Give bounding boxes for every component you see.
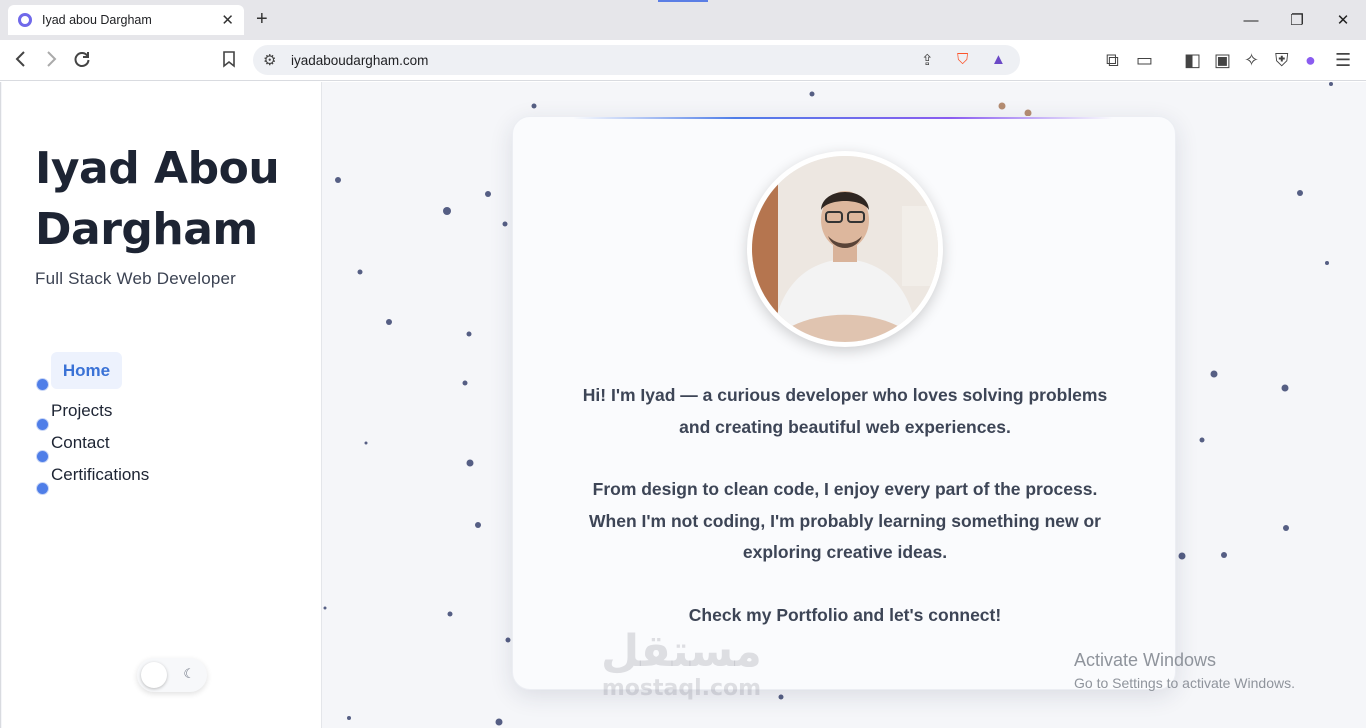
new-tab-icon[interactable]: + bbox=[256, 8, 268, 31]
extensions-icon[interactable]: ⧉ bbox=[1106, 50, 1119, 70]
bio-paragraph-line-3: exploring creative ideas. bbox=[742, 542, 948, 562]
nav-bullet bbox=[37, 451, 48, 462]
forward-icon[interactable] bbox=[44, 50, 58, 72]
card-accent-line bbox=[573, 117, 1113, 119]
browser-tab-strip: Iyad abou Dargham ✕ + — ❐ ✕ bbox=[0, 0, 1366, 40]
bio-intro-line-1: Hi! I'm Iyad — a curious developer who l… bbox=[582, 385, 1108, 405]
sidebar-toggle-icon[interactable]: ◧ bbox=[1184, 50, 1201, 70]
profile-photo-illustration bbox=[752, 156, 938, 342]
nav-item-projects[interactable]: Projects bbox=[51, 401, 112, 421]
browser-toolbar: ⚙ iyadaboudargham.com ⇪ ⛉ ▲ ⧉ ▭ ◧ ▣ ✧ ⛨ … bbox=[0, 40, 1366, 81]
restore-icon[interactable]: ❐ bbox=[1274, 0, 1320, 40]
brave-shields-icon[interactable]: ⛉ bbox=[957, 51, 968, 68]
bookmark-icon[interactable] bbox=[222, 50, 236, 72]
nav-item-contact[interactable]: Contact bbox=[51, 433, 110, 453]
vpn-icon[interactable]: ⛨ bbox=[1275, 50, 1289, 70]
close-tab-icon[interactable]: ✕ bbox=[221, 11, 234, 29]
menu-icon[interactable]: ☰ bbox=[1335, 50, 1351, 70]
intro-card: Hi! I'm Iyad — a curious developer who l… bbox=[512, 116, 1176, 690]
profile-photo bbox=[747, 151, 943, 347]
nav-bullet bbox=[37, 483, 48, 494]
bio-intro-line-2: and creating beautiful web experiences. bbox=[679, 416, 1011, 437]
name-line-2: Dargham bbox=[35, 204, 258, 255]
share-icon[interactable]: ⇪ bbox=[921, 51, 934, 69]
browser-tab[interactable]: Iyad abou Dargham ✕ bbox=[8, 5, 244, 35]
watermark-arabic: مستقل bbox=[601, 626, 762, 677]
tab-title: Iyad abou Dargham bbox=[42, 13, 152, 27]
sidebar: Iyad Abou Dargham Full Stack Web Develop… bbox=[2, 82, 322, 728]
bio-paragraph-line-1: From design to clean code, I enjoy every… bbox=[592, 479, 1098, 499]
page-viewport: Iyad Abou Dargham Full Stack Web Develop… bbox=[0, 82, 1366, 728]
watermark-latin: mostaql.com bbox=[601, 676, 762, 701]
close-window-icon[interactable]: ✕ bbox=[1320, 0, 1366, 40]
site-favicon-icon bbox=[18, 13, 32, 27]
profile-icon[interactable]: ● bbox=[1305, 50, 1316, 70]
bio-paragraph-line-2: When I'm not coding, I'm probably learni… bbox=[589, 510, 1101, 531]
reload-icon[interactable] bbox=[73, 50, 91, 72]
url-text[interactable]: iyadaboudargham.com bbox=[291, 53, 428, 68]
tab-strip-indicator bbox=[658, 0, 708, 2]
minimize-icon[interactable]: — bbox=[1228, 0, 1274, 40]
site-settings-icon[interactable]: ⚙ bbox=[263, 51, 276, 69]
activate-windows-notice: Activate Windows Go to Settings to activ… bbox=[1074, 650, 1295, 691]
reader-mode-icon[interactable]: ▭ bbox=[1136, 50, 1153, 70]
window-controls: — ❐ ✕ bbox=[1228, 0, 1366, 40]
wallet-icon[interactable]: ▣ bbox=[1214, 50, 1231, 70]
leo-ai-icon[interactable]: ✧ bbox=[1244, 50, 1259, 70]
nav-bullet bbox=[37, 379, 48, 390]
mostaql-watermark: مستقل mostaql.com bbox=[601, 627, 762, 701]
job-title: Full Stack Web Developer bbox=[35, 269, 237, 288]
nav-item-certifications[interactable]: Certifications bbox=[51, 465, 149, 485]
site-owner-name: Iyad Abou Dargham bbox=[35, 138, 280, 260]
activate-windows-subtitle: Go to Settings to activate Windows. bbox=[1074, 675, 1295, 691]
theme-toggle[interactable]: ☾ bbox=[137, 658, 207, 692]
brave-rewards-icon[interactable]: ▲ bbox=[991, 51, 1006, 68]
back-icon[interactable] bbox=[14, 50, 28, 72]
moon-icon: ☾ bbox=[183, 666, 195, 681]
address-bar[interactable]: ⚙ iyadaboudargham.com ⇪ ⛉ ▲ bbox=[253, 45, 1020, 75]
nav-bullet bbox=[37, 419, 48, 430]
name-line-1: Iyad Abou bbox=[35, 143, 280, 194]
activate-windows-title: Activate Windows bbox=[1074, 650, 1217, 670]
toggle-knob bbox=[141, 662, 167, 688]
bio-text: Hi! I'm Iyad — a curious developer who l… bbox=[513, 380, 1175, 631]
nav-item-home[interactable]: Home bbox=[51, 352, 122, 389]
